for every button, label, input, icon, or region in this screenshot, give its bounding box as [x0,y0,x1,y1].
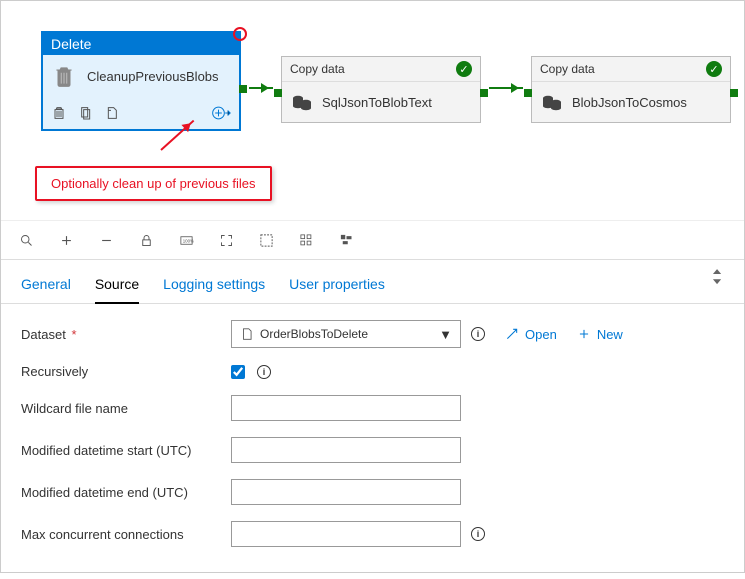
annotation-callout: Optionally clean up of previous files [35,166,272,201]
chevron-down-icon: ▼ [439,327,452,342]
success-port-icon[interactable] [730,89,738,97]
mod-start-input[interactable] [231,437,461,463]
delete-icon[interactable] [51,105,67,121]
copy-data-icon [290,90,314,114]
activity-copy-1[interactable]: Copy data ✓ SqlJsonToBlobText [281,56,481,123]
info-icon[interactable]: i [471,527,485,541]
layout-icon[interactable] [337,231,355,249]
success-port-icon[interactable] [480,89,488,97]
dataset-dropdown[interactable]: OrderBlobsToDelete ▼ [231,320,461,348]
open-label: Open [525,327,557,342]
fit-screen-icon[interactable] [217,231,235,249]
copy-data-icon [540,90,564,114]
svg-text:100%: 100% [182,238,193,243]
mod-start-label: Modified datetime start (UTC) [21,443,231,458]
connector-arrow-icon [249,87,273,89]
canvas-toolbar: 100% [1,221,744,260]
zoom-100-icon[interactable]: 100% [177,231,195,249]
dataset-file-icon [240,327,254,341]
activity-delete[interactable]: Delete CleanupPreviousBlobs [41,31,241,131]
zoom-out-icon[interactable] [97,231,115,249]
activity-delete-type: Delete [51,36,91,52]
annotation-text: Optionally clean up of previous files [51,176,256,191]
activity-copy1-type: Copy data [290,62,345,76]
connector-arrow-icon [489,87,523,89]
dataset-label: Dataset [21,327,66,342]
mod-end-label: Modified datetime end (UTC) [21,485,231,500]
pipeline-canvas[interactable]: Delete CleanupPreviousBlobs Copy data ✓ [1,1,744,221]
copy-icon[interactable] [77,105,93,121]
input-port-icon[interactable] [274,89,282,97]
zoom-in-icon[interactable] [57,231,75,249]
info-icon[interactable]: i [471,327,485,341]
source-form: Dataset * OrderBlobsToDelete ▼ i Open Ne… [1,304,744,579]
properties-tabs: General Source Logging settings User pro… [1,260,744,304]
activity-copy2-type: Copy data [540,62,595,76]
trash-icon [51,63,77,89]
activity-copy2-name: BlobJsonToCosmos [572,95,687,110]
success-check-icon: ✓ [456,61,472,77]
search-icon[interactable] [17,231,35,249]
success-check-icon: ✓ [706,61,722,77]
validation-indicator-icon [233,27,247,41]
dataset-value: OrderBlobsToDelete [260,327,433,341]
add-output-icon[interactable] [211,103,231,123]
recursively-label: Recursively [21,364,231,379]
tab-user-properties[interactable]: User properties [289,270,385,303]
tab-general[interactable]: General [21,270,71,303]
tab-logging[interactable]: Logging settings [163,270,265,303]
open-dataset-button[interactable]: Open [505,327,557,342]
max-conn-input[interactable] [231,521,461,547]
new-label: New [597,327,623,342]
tab-source[interactable]: Source [95,270,139,304]
activity-copy1-name: SqlJsonToBlobText [322,95,432,110]
activity-copy-2[interactable]: Copy data ✓ BlobJsonToCosmos [531,56,731,123]
new-dataset-button[interactable]: New [577,327,623,342]
fullscreen-icon[interactable] [257,231,275,249]
required-asterisk: * [71,327,76,342]
max-conn-label: Max concurrent connections [21,527,231,542]
auto-align-icon[interactable] [297,231,315,249]
wildcard-label: Wildcard file name [21,401,231,416]
clone-icon[interactable] [103,105,119,121]
success-port-icon[interactable] [239,85,247,93]
input-port-icon[interactable] [524,89,532,97]
recursively-checkbox[interactable] [231,365,245,379]
mod-end-input[interactable] [231,479,461,505]
wildcard-input[interactable] [231,395,461,421]
info-icon[interactable]: i [257,365,271,379]
activity-delete-name: CleanupPreviousBlobs [87,69,219,84]
expand-panel-icon[interactable]: ▲▼ [710,266,724,285]
lock-icon[interactable] [137,231,155,249]
